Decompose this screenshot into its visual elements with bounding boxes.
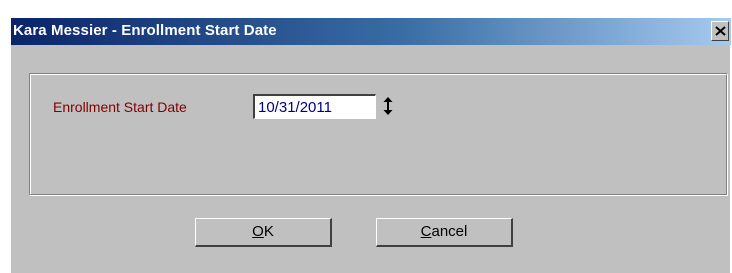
ok-button-label: K (263, 223, 274, 240)
enrollment-start-date-label: Enrollment Start Date (53, 99, 187, 115)
window-title: Kara Messier - Enrollment Start Date (13, 22, 277, 39)
cancel-button-mnemonic: C (420, 223, 432, 240)
ok-button[interactable]: OK (195, 218, 332, 247)
close-icon (715, 26, 726, 36)
cancel-button-label: ancel (431, 223, 468, 240)
cancel-button[interactable]: Cancel (376, 218, 513, 247)
enrollment-start-date-input[interactable] (253, 94, 376, 119)
ok-button-mnemonic: O (252, 223, 264, 240)
group-box-inner: Enrollment Start Date (30, 74, 727, 195)
up-down-arrow-icon[interactable] (383, 97, 393, 115)
close-button[interactable] (711, 21, 729, 41)
title-bar[interactable]: Kara Messier - Enrollment Start Date (11, 18, 731, 45)
dialog-window: Kara Messier - Enrollment Start Date Enr… (10, 18, 731, 273)
enrollment-group-box: Enrollment Start Date (29, 73, 728, 196)
